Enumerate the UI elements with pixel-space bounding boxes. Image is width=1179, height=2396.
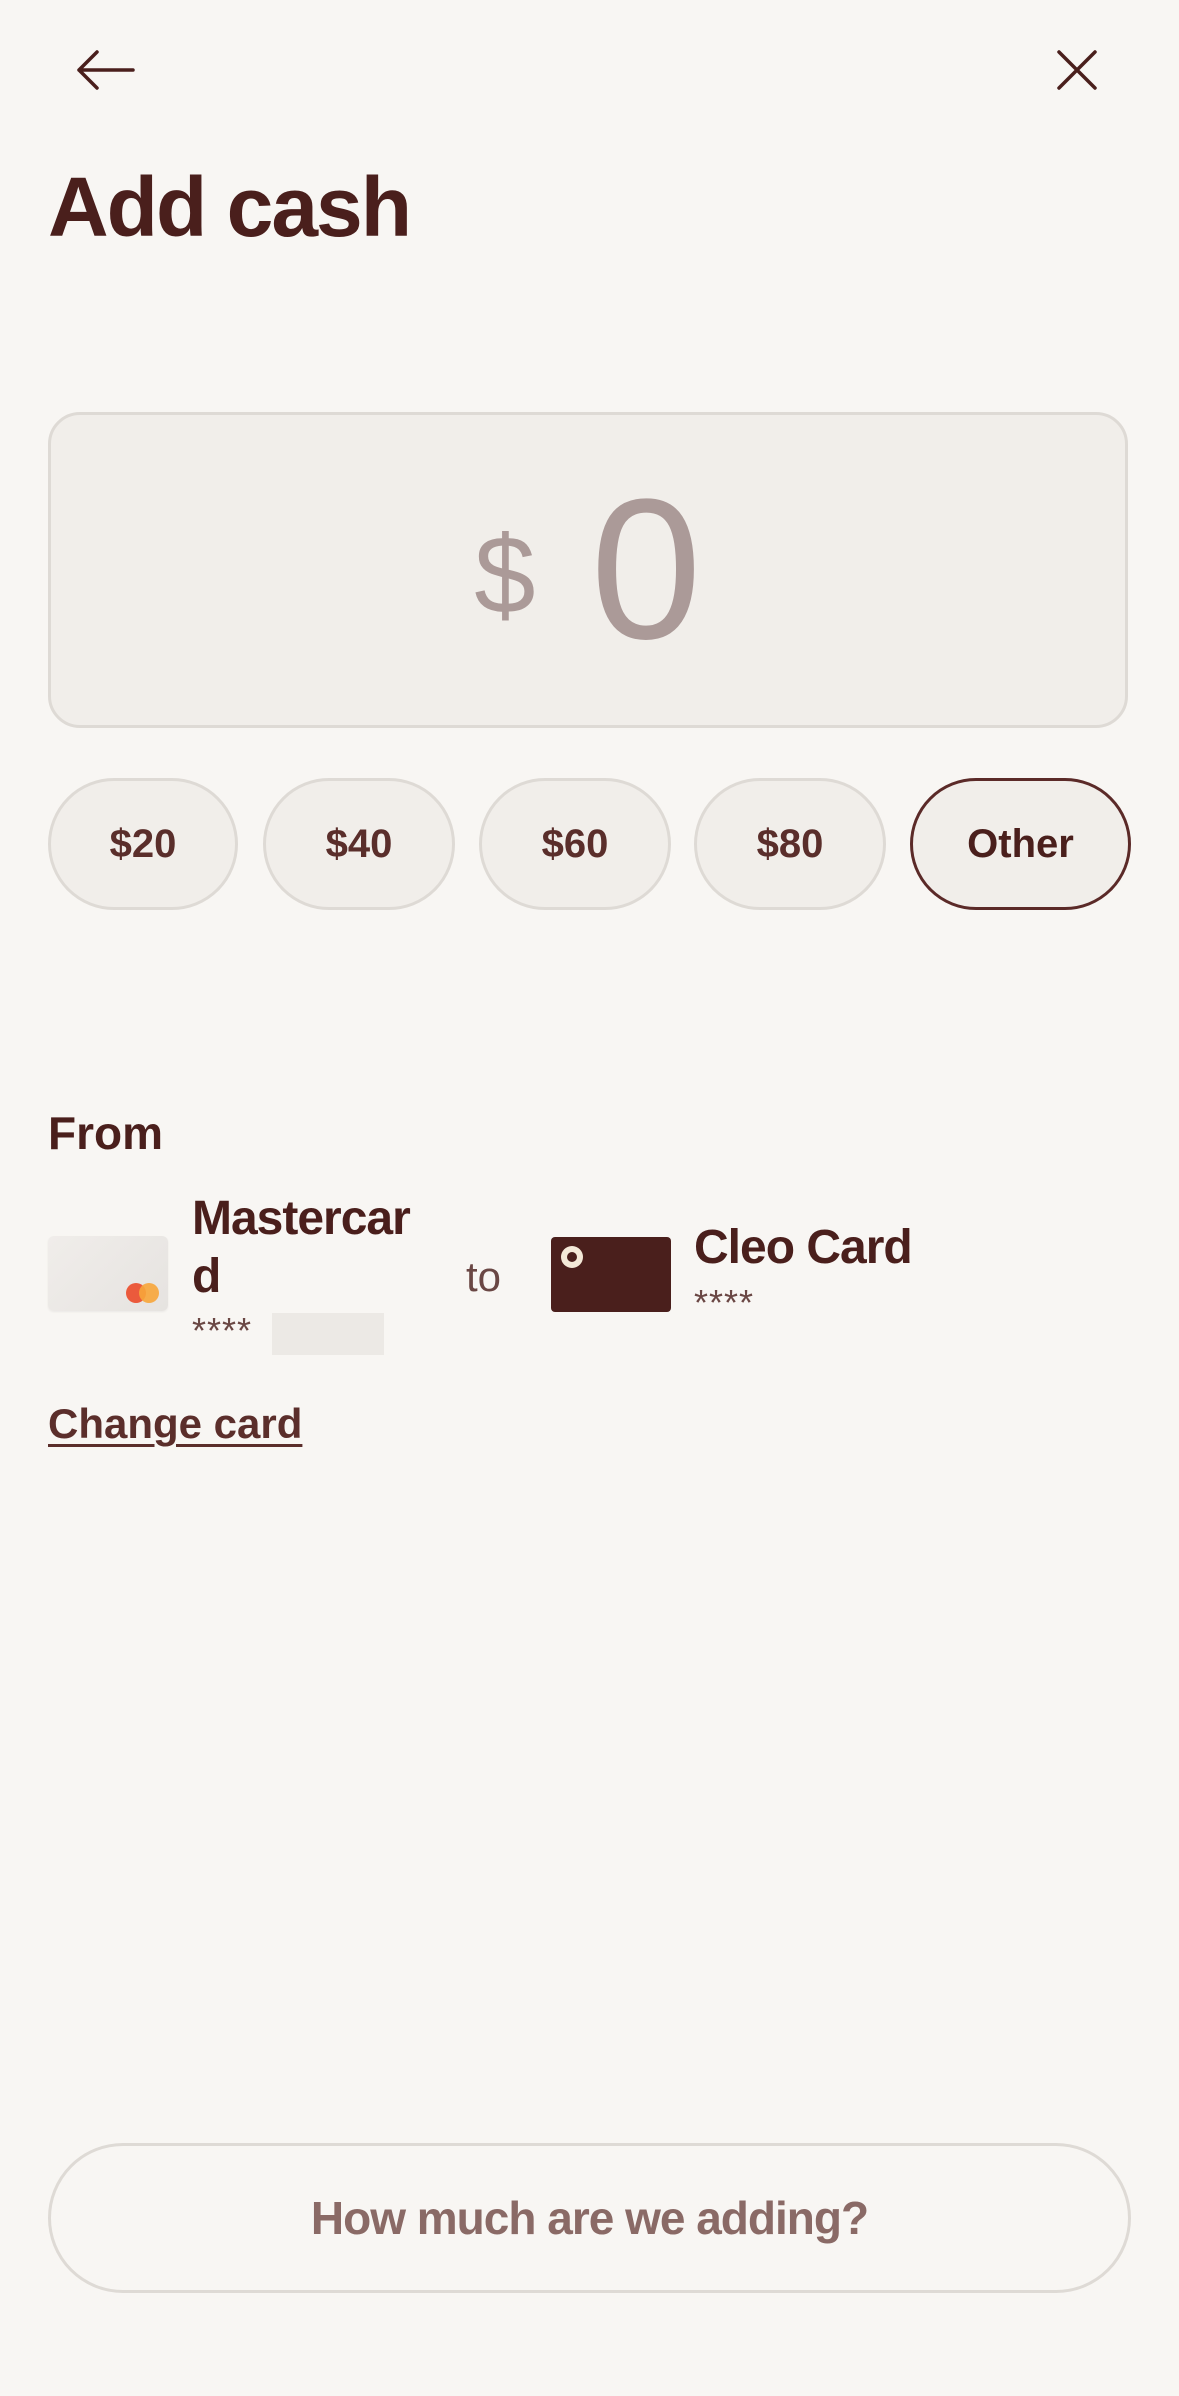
amount-input[interactable]: $ 0 xyxy=(48,412,1128,728)
preset-40-button[interactable]: $40 xyxy=(263,778,455,910)
to-label: to xyxy=(466,1253,502,1300)
currency-symbol: $ xyxy=(474,513,536,637)
source-card-name: Mastercard xyxy=(192,1192,411,1303)
preset-other-button[interactable]: Other xyxy=(910,778,1131,910)
source-card-number: **** xyxy=(192,1310,253,1351)
mastercard-card-icon xyxy=(48,1236,168,1311)
cleo-card-icon xyxy=(551,1237,671,1312)
preset-20-button[interactable]: $20 xyxy=(48,778,238,910)
add-cash-button[interactable]: How much are we adding? xyxy=(48,2143,1131,2293)
amount-presets: $20 $40 $60 $80 Other xyxy=(48,778,1131,910)
from-label: From xyxy=(48,1107,163,1159)
cleo-logo-icon xyxy=(561,1246,583,1268)
destination-card-name: Cleo Card xyxy=(694,1221,913,1274)
preset-80-button[interactable]: $80 xyxy=(694,778,886,910)
preset-60-button[interactable]: $60 xyxy=(479,778,671,910)
amount-value: 0 xyxy=(590,458,702,681)
change-card-link[interactable]: Change card xyxy=(48,1400,302,1448)
back-button[interactable] xyxy=(60,25,150,115)
redacted-digits xyxy=(272,1313,384,1355)
page-title: Add cash xyxy=(48,160,412,254)
mastercard-logo-icon xyxy=(126,1283,160,1303)
close-button[interactable] xyxy=(1032,25,1122,115)
arrow-left-icon xyxy=(77,50,135,90)
destination-card-number: **** xyxy=(694,1282,755,1323)
close-icon xyxy=(1057,50,1097,90)
